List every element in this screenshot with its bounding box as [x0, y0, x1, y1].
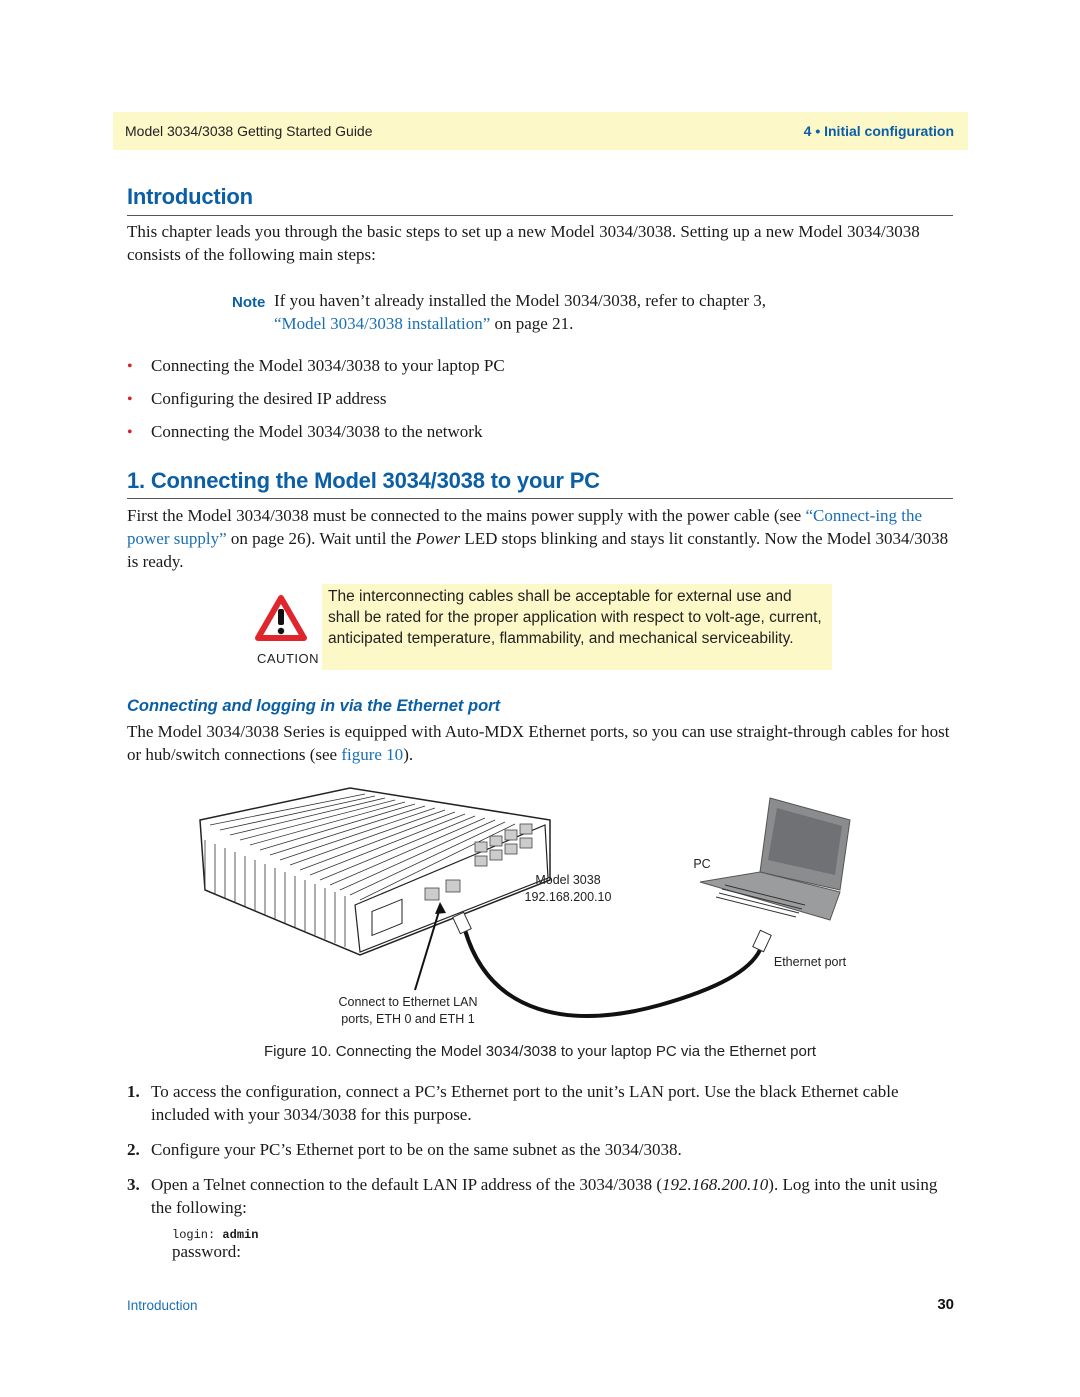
step-number: 3. [127, 1175, 140, 1194]
list-item: • Configuring the desired IP address [127, 389, 505, 422]
figure-link[interactable]: figure 10 [341, 745, 403, 764]
section1-paragraph: First the Model 3034/3038 must be connec… [127, 504, 957, 573]
list-item-text: Connecting the Model 3034/3038 to your l… [151, 356, 505, 375]
router-device-illustration [199, 787, 551, 956]
note-block: Note If you haven’t already installed th… [232, 289, 914, 335]
step-text: To access the configuration, connect a P… [151, 1082, 899, 1124]
ethernet-port-label: Ethernet port [774, 955, 847, 969]
note-text: If you haven’t already installed the Mod… [274, 291, 767, 310]
caution-icon [255, 595, 307, 641]
para-text: ). [403, 745, 414, 764]
subsection-heading: Connecting and logging in via the Ethern… [127, 697, 501, 715]
step-item: 2. Configure your PC’s Ethernet port to … [127, 1138, 957, 1161]
note-label: Note [232, 294, 266, 311]
guide-title: Model 3034/3038 Getting Started Guide [125, 123, 373, 139]
intro-paragraph: This chapter leads you through the basic… [127, 222, 920, 264]
step-number: 1. [127, 1082, 140, 1101]
login-label: login: [172, 1228, 223, 1242]
device-ip-label: 192.168.200.10 [525, 890, 612, 904]
step-item: 3. Open a Telnet connection to the defau… [127, 1173, 957, 1219]
login-line: login: admin [172, 1228, 258, 1242]
step-item: 1. To access the configuration, connect … [127, 1080, 957, 1126]
intro-heading: Introduction [127, 184, 253, 209]
heading-rule [127, 498, 953, 499]
para-text: The Model 3034/3038 Series is equipped w… [127, 722, 950, 764]
list-item: • Connecting the Model 3034/3038 to the … [127, 422, 505, 455]
figure-caption: Figure 10. Connecting the Model 3034/303… [263, 1043, 817, 1060]
step-number: 2. [127, 1140, 140, 1159]
installation-link[interactable]: “Model 3034/3038 installation” [274, 314, 490, 333]
step-text: Configure your PC’s Ethernet port to be … [151, 1140, 682, 1159]
para-text: First the Model 3034/3038 must be connec… [127, 506, 806, 525]
list-item: • Connecting the Model 3034/3038 to your… [127, 356, 505, 389]
para-text: on page 26). Wait until the [226, 529, 416, 548]
subsection-paragraph: The Model 3034/3038 Series is equipped w… [127, 720, 957, 766]
steps-list: • Connecting the Model 3034/3038 to your… [127, 356, 505, 455]
bullet-icon: • [127, 358, 133, 375]
caution-label: CAUTION [257, 651, 319, 666]
bullet-icon: • [127, 424, 133, 441]
running-header: Model 3034/3038 Getting Started Guide 4 … [113, 112, 968, 150]
password-label: password: [172, 1242, 241, 1261]
chapter-label: 4 • Initial configuration [803, 123, 954, 139]
step-text: Open a Telnet connection to the default … [151, 1175, 938, 1217]
list-item-text: Connecting the Model 3034/3038 to the ne… [151, 422, 483, 441]
footer-section-link[interactable]: Introduction [127, 1298, 198, 1313]
default-ip: 192.168.200.10 [662, 1175, 769, 1194]
note-page: on page 21. [490, 314, 574, 333]
login-value: admin [222, 1228, 259, 1242]
callout-line-1: Connect to Ethernet LAN [339, 995, 478, 1009]
laptop-illustration [699, 797, 851, 921]
power-led-term: Power [415, 529, 461, 548]
ethernet-cable [452, 911, 772, 1018]
numbered-steps: 1. To access the configuration, connect … [127, 1080, 957, 1231]
connection-figure: Model 3038 192.168.200.10 PC Ethernet po… [199, 787, 851, 1026]
pc-label: PC [693, 857, 710, 871]
callout-line-2: ports, ETH 0 and ETH 1 [341, 1012, 474, 1026]
heading-rule [127, 215, 953, 216]
caution-text: The interconnecting cables shall be acce… [322, 584, 832, 670]
page-number: 30 [937, 1296, 954, 1313]
section1-heading: 1. Connecting the Model 3034/3038 to you… [127, 468, 600, 493]
device-model-label: Model 3038 [535, 873, 600, 887]
bullet-icon: • [127, 391, 133, 408]
list-item-text: Configuring the desired IP address [151, 389, 387, 408]
